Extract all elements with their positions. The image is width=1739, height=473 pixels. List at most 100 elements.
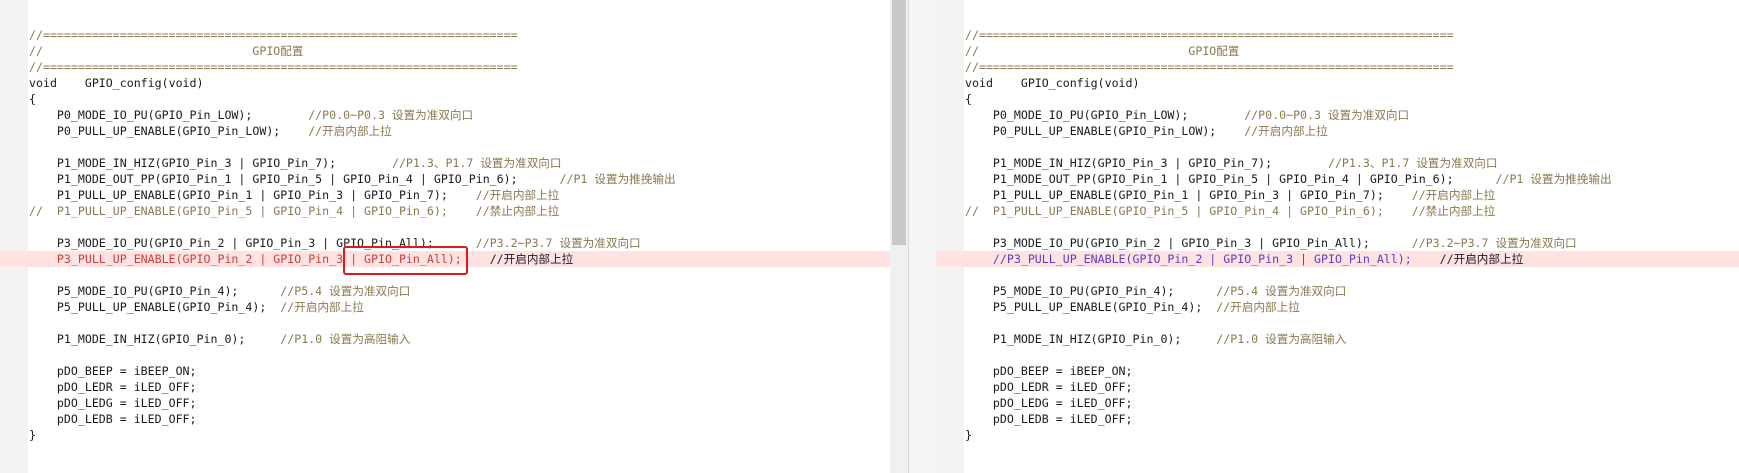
code-line: P5_MODE_IO_PU(GPIO_Pin_4); //P5.4 设置为准双向… <box>936 283 1739 299</box>
left-diff-pane[interactable]: //======================================… <box>0 0 908 473</box>
code-line-text: P1_MODE_IN_HIZ(GPIO_Pin_0); //P1.0 设置为高阻… <box>965 331 1346 347</box>
code-line: // P1_PULL_UP_ENABLE(GPIO_Pin_5 | GPIO_P… <box>936 203 1739 219</box>
code-comment: //P5.4 设置为准双向口 <box>280 284 411 298</box>
code-line-text: //======================================… <box>29 60 518 74</box>
code-line-text: P0_MODE_IO_PU(GPIO_Pin_LOW); //P0.0~P0.3… <box>29 107 473 123</box>
code-line: P0_MODE_IO_PU(GPIO_Pin_LOW); //P0.0~P0.3… <box>936 107 1739 123</box>
code-comment: //P5.4 设置为准双向口 <box>1216 284 1347 298</box>
code-comment: //P1 设置为推挽输出 <box>559 172 676 186</box>
code-line-text: } <box>965 428 972 442</box>
code-line-text: P3_MODE_IO_PU(GPIO_Pin_2 | GPIO_Pin_3 | … <box>29 235 641 251</box>
code-line: P1_MODE_IN_HIZ(GPIO_Pin_3 | GPIO_Pin_7);… <box>936 155 1739 171</box>
code-line: P3_MODE_IO_PU(GPIO_Pin_2 | GPIO_Pin_3 | … <box>936 235 1739 251</box>
code-line-text: P5_PULL_UP_ENABLE(GPIO_Pin_4); //开启内部上拉 <box>29 299 364 315</box>
left-scrollbar[interactable] <box>890 0 908 473</box>
code-line: // GPIO配置 <box>936 43 1739 59</box>
code-line: P5_MODE_IO_PU(GPIO_Pin_4); //P5.4 设置为准双向… <box>0 283 908 299</box>
code-segment: P5_MODE_IO_PU(GPIO_Pin_4); <box>29 284 281 298</box>
code-line: P1_MODE_OUT_PP(GPIO_Pin_1 | GPIO_Pin_5 |… <box>0 171 908 187</box>
code-line: } <box>936 427 1739 443</box>
code-comment: //P1.0 设置为高阻输入 <box>280 332 411 346</box>
code-line-text: pDO_LEDG = iLED_OFF; <box>29 396 197 410</box>
code-comment: //开启内部上拉 <box>1244 124 1328 138</box>
code-line: P1_MODE_OUT_PP(GPIO_Pin_1 | GPIO_Pin_5 |… <box>936 171 1739 187</box>
code-line: P1_MODE_IN_HIZ(GPIO_Pin_3 | GPIO_Pin_7);… <box>0 155 908 171</box>
code-line-text: pDO_LEDR = iLED_OFF; <box>965 380 1133 394</box>
code-line-text: P5_PULL_UP_ENABLE(GPIO_Pin_4); //开启内部上拉 <box>965 299 1300 315</box>
code-line: P5_PULL_UP_ENABLE(GPIO_Pin_4); //开启内部上拉 <box>0 299 908 315</box>
code-line-text: //======================================… <box>965 60 1454 74</box>
code-line-text: } <box>29 428 36 442</box>
code-comment: //P3.2~P3.7 设置为准双向口 <box>1411 236 1577 250</box>
code-line: P5_PULL_UP_ENABLE(GPIO_Pin_4); //开启内部上拉 <box>936 299 1739 315</box>
code-line: P0_PULL_UP_ENABLE(GPIO_Pin_LOW); //开启内部上… <box>936 123 1739 139</box>
code-line-text: pDO_LEDB = iLED_OFF; <box>965 412 1133 426</box>
code-comment: //P1 设置为推挽输出 <box>1495 172 1612 186</box>
code-line-text: P0_PULL_UP_ENABLE(GPIO_Pin_LOW); //开启内部上… <box>29 123 392 139</box>
code-line-text: pDO_LEDR = iLED_OFF; <box>29 380 197 394</box>
code-line-text: P5_MODE_IO_PU(GPIO_Pin_4); //P5.4 设置为准双向… <box>965 283 1346 299</box>
code-segment: P1_MODE_OUT_PP(GPIO_Pin_1 | GPIO_Pin_5 |… <box>29 172 560 186</box>
code-line: P1_MODE_IN_HIZ(GPIO_Pin_0); //P1.0 设置为高阻… <box>936 331 1739 347</box>
code-line: //======================================… <box>0 59 908 75</box>
code-comment: //P0.0~P0.3 设置为准双向口 <box>308 108 474 122</box>
pane-divider[interactable] <box>908 0 938 473</box>
code-segment: P3_MODE_IO_PU(GPIO_Pin_2 | GPIO_Pin_3 | … <box>965 236 1412 250</box>
code-line-text: //======================================… <box>965 28 1454 42</box>
code-line: //======================================… <box>0 27 908 43</box>
code-segment: P5_PULL_UP_ENABLE(GPIO_Pin_4); <box>965 300 1217 314</box>
code-line: pDO_LEDG = iLED_OFF; <box>0 395 908 411</box>
code-comment: //P1.3、P1.7 设置为准双向口 <box>391 156 562 170</box>
code-line-text: pDO_LEDG = iLED_OFF; <box>965 396 1133 410</box>
code-line: { <box>0 91 908 107</box>
code-line-text: // P1_PULL_UP_ENABLE(GPIO_Pin_5 | GPIO_P… <box>29 204 560 218</box>
code-line: // P1_PULL_UP_ENABLE(GPIO_Pin_5 | GPIO_P… <box>0 203 908 219</box>
code-comment: //P1.3、P1.7 设置为准双向口 <box>1327 156 1498 170</box>
code-segment: P1_MODE_OUT_PP(GPIO_Pin_1 | GPIO_Pin_5 |… <box>965 172 1496 186</box>
code-line: { <box>936 91 1739 107</box>
code-line-text: P0_MODE_IO_PU(GPIO_Pin_LOW); //P0.0~P0.3… <box>965 107 1409 123</box>
code-segment: P0_PULL_UP_ENABLE(GPIO_Pin_LOW); <box>29 124 309 138</box>
code-line: pDO_LEDG = iLED_OFF; <box>936 395 1739 411</box>
code-segment: P0_MODE_IO_PU(GPIO_Pin_LOW); <box>965 108 1245 122</box>
code-line-text: P1_MODE_IN_HIZ(GPIO_Pin_0); //P1.0 设置为高阻… <box>29 331 410 347</box>
code-line: P1_MODE_IN_HIZ(GPIO_Pin_0); //P1.0 设置为高阻… <box>0 331 908 347</box>
code-line-text: P3_MODE_IO_PU(GPIO_Pin_2 | GPIO_Pin_3 | … <box>965 235 1577 251</box>
code-segment: P1_MODE_IN_HIZ(GPIO_Pin_3 | GPIO_Pin_7); <box>29 156 392 170</box>
code-line-text: P0_PULL_UP_ENABLE(GPIO_Pin_LOW); //开启内部上… <box>965 123 1328 139</box>
code-line: void GPIO_config(void) <box>0 75 908 91</box>
code-segment: P1_MODE_IN_HIZ(GPIO_Pin_3 | GPIO_Pin_7); <box>965 156 1328 170</box>
code-segment: P0_MODE_IO_PU(GPIO_Pin_LOW); <box>29 108 309 122</box>
code-comment: //开启内部上拉 <box>308 124 392 138</box>
left-scroll-thumb[interactable] <box>892 0 906 245</box>
code-line: P0_MODE_IO_PU(GPIO_Pin_LOW); //P0.0~P0.3… <box>0 107 908 123</box>
code-line: //P3_PULL_UP_ENABLE(GPIO_Pin_2 | GPIO_Pi… <box>936 251 1739 267</box>
code-line-text: // P1_PULL_UP_ENABLE(GPIO_Pin_5 | GPIO_P… <box>965 204 1496 218</box>
code-segment: P5_MODE_IO_PU(GPIO_Pin_4); <box>965 284 1217 298</box>
code-comment: //开启内部上拉 <box>475 188 560 202</box>
code-line: // GPIO配置 <box>0 43 908 59</box>
code-comment: //开启内部上拉 <box>489 252 574 266</box>
right-diff-pane[interactable]: //======================================… <box>936 0 1739 473</box>
code-line-text: pDO_BEEP = iBEEP_ON; <box>965 364 1133 378</box>
code-line: P1_PULL_UP_ENABLE(GPIO_Pin_1 | GPIO_Pin_… <box>0 187 908 203</box>
code-line-text: { <box>29 92 36 106</box>
code-segment: P0_PULL_UP_ENABLE(GPIO_Pin_LOW); <box>965 124 1245 138</box>
code-line: void GPIO_config(void) <box>936 75 1739 91</box>
code-comment: //P3.2~P3.7 设置为准双向口 <box>475 236 641 250</box>
code-segment: //P3_PULL_UP_ENABLE(GPIO_Pin_2 | GPIO_Pi… <box>965 252 1440 266</box>
code-segment: P1_PULL_UP_ENABLE(GPIO_Pin_1 | GPIO_Pin_… <box>29 188 476 202</box>
code-segment: P1_MODE_IN_HIZ(GPIO_Pin_0); <box>965 332 1217 346</box>
code-line: pDO_BEEP = iBEEP_ON; <box>0 363 908 379</box>
code-line-text: P1_MODE_IN_HIZ(GPIO_Pin_3 | GPIO_Pin_7);… <box>29 155 562 171</box>
code-line-text: // GPIO配置 <box>29 44 304 58</box>
code-line-text: void GPIO_config(void) <box>29 76 204 90</box>
annotation-box <box>343 246 468 275</box>
code-line: P0_PULL_UP_ENABLE(GPIO_Pin_LOW); //开启内部上… <box>0 123 908 139</box>
code-comment: //开启内部上拉 <box>280 300 364 314</box>
code-line: pDO_LEDR = iLED_OFF; <box>0 379 908 395</box>
code-comment: //P0.0~P0.3 设置为准双向口 <box>1244 108 1410 122</box>
code-comment: //开启内部上拉 <box>1411 188 1496 202</box>
code-line-text: void GPIO_config(void) <box>965 76 1140 90</box>
code-comment: //开启内部上拉 <box>1216 300 1300 314</box>
